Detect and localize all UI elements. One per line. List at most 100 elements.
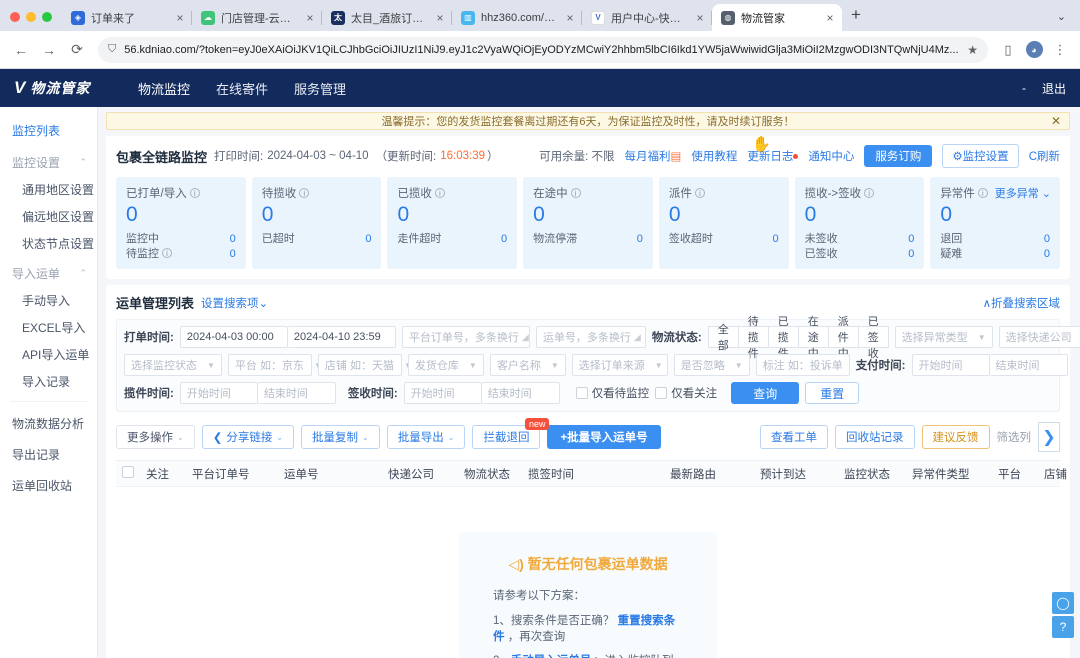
new-tab-button[interactable]: + bbox=[842, 5, 870, 31]
sidebar-subitem[interactable]: 偏远地区设置 bbox=[0, 203, 97, 230]
status-tab[interactable]: 在途中 bbox=[797, 316, 828, 360]
window-controls[interactable] bbox=[6, 12, 62, 31]
monitor-settings-button[interactable]: ⚙监控设置 bbox=[942, 144, 1019, 168]
nav-item-0[interactable]: 物流监控 bbox=[138, 79, 190, 98]
intercept-return-button[interactable]: 拦截退回 new bbox=[472, 418, 550, 449]
tag-input[interactable]: 标注 如：投诉单 bbox=[755, 354, 850, 376]
help-icon[interactable]: ? bbox=[1052, 616, 1074, 638]
status-tab[interactable]: 待揽件 bbox=[737, 316, 768, 360]
stat-card-4[interactable]: 派件 i 0 签收超时 0 bbox=[658, 177, 789, 269]
status-tab[interactable]: 已签收 bbox=[857, 316, 889, 360]
pay-time-range[interactable]: 开始时间 结束时间 bbox=[911, 354, 1068, 376]
browser-tab[interactable]: ◍ 物流管家 × bbox=[712, 4, 842, 31]
browser-tab[interactable]: 太太目_酒旅订单增长引擎 × bbox=[322, 4, 452, 31]
sidebar-subitem[interactable]: 导入记录 bbox=[0, 368, 97, 395]
sidebar-subitem[interactable]: 状态节点设置 bbox=[0, 230, 97, 257]
sidebar-subitem[interactable]: API导入运单 bbox=[0, 341, 97, 368]
sidebar-group-0[interactable]: 监控设置 ⌃ bbox=[0, 146, 97, 176]
info-icon[interactable]: i bbox=[570, 188, 581, 198]
pay-start-input[interactable]: 开始时间 bbox=[911, 354, 990, 376]
status-tab[interactable]: 已揽件 bbox=[767, 316, 798, 360]
info-icon[interactable]: i bbox=[864, 188, 875, 198]
refresh-button[interactable]: C刷新 bbox=[1029, 148, 1060, 164]
tutorial-link[interactable]: 使用教程 bbox=[691, 148, 737, 164]
back-icon[interactable]: ← bbox=[8, 37, 34, 63]
reset-button[interactable]: 重置 bbox=[805, 382, 860, 404]
profile-avatar[interactable]: ◕ bbox=[1022, 38, 1046, 62]
shop-select[interactable]: 店铺 如：天猫▼ bbox=[317, 354, 412, 376]
info-icon[interactable]: i bbox=[977, 188, 988, 198]
stat-card-6[interactable]: 更多异常 ⌄ 异常件 i 0 退回 0 疑难 0 bbox=[930, 177, 1061, 269]
service-order-button[interactable]: 服务订购 bbox=[864, 145, 933, 167]
more-abnormal-link[interactable]: 更多异常 ⌄ bbox=[995, 185, 1051, 201]
close-icon[interactable]: × bbox=[824, 11, 836, 25]
select-all-checkbox[interactable] bbox=[116, 466, 140, 481]
sidebar-item[interactable]: 导出记录 bbox=[0, 439, 97, 470]
pay-end-input[interactable]: 结束时间 bbox=[989, 354, 1068, 376]
recycle-records-button[interactable]: 回收站记录 bbox=[835, 425, 915, 449]
sidebar-subitem[interactable]: 通用地区设置 bbox=[0, 176, 97, 203]
abnormal-type-select[interactable]: 选择异常类型 ▼ bbox=[894, 326, 993, 348]
only-followed-checkbox[interactable]: 仅看关注 bbox=[655, 385, 717, 401]
print-end-input[interactable]: 2024-04-10 23:59 bbox=[287, 326, 396, 348]
waybill-input[interactable]: 运单号，多条换行 ◢ bbox=[535, 326, 646, 348]
view-tickets-button[interactable]: 查看工单 bbox=[760, 425, 828, 449]
reload-icon[interactable]: ⟳ bbox=[64, 37, 90, 63]
checkbox-box[interactable] bbox=[655, 387, 668, 399]
status-tab[interactable]: 全部 bbox=[707, 324, 738, 352]
address-bar[interactable]: ⛉ 56.kdniao.com/?token=eyJ0eXAiOiJKV1QiL… bbox=[98, 36, 988, 63]
warehouse-select[interactable]: 发货仓库 ▼ bbox=[407, 354, 484, 376]
logistics-status-tabs[interactable]: 全部待揽件已揽件在途中派件中已签收 bbox=[707, 316, 889, 360]
only-pending-checkbox[interactable]: 仅看待监控 bbox=[575, 385, 649, 401]
sign-start-input[interactable]: 开始时间 bbox=[403, 382, 482, 404]
sidebar-item[interactable]: 物流数据分析 bbox=[0, 408, 97, 439]
print-time-range[interactable]: 2024-04-03 00:00 2024-04-10 23:59 bbox=[179, 326, 396, 348]
batch-import-button[interactable]: +批量导入运单号 bbox=[547, 425, 661, 449]
print-start-input[interactable]: 2024-04-03 00:00 bbox=[179, 326, 288, 348]
forward-icon[interactable]: → bbox=[36, 37, 62, 63]
sign-time-range[interactable]: 开始时间 结束时间 bbox=[403, 382, 560, 404]
close-window-button[interactable] bbox=[10, 12, 20, 22]
side-panel-icon[interactable]: ▯ bbox=[996, 38, 1020, 62]
browser-tab[interactable]: ▥ hhz360.com/da/landlor × bbox=[452, 4, 582, 31]
pickup-time-range[interactable]: 开始时间 结束时间 bbox=[179, 382, 336, 404]
notice-center-link[interactable]: 通知中心 bbox=[808, 148, 854, 164]
info-icon[interactable]: i bbox=[162, 248, 172, 258]
app-logo[interactable]: V 物流管家 bbox=[14, 78, 124, 98]
query-button[interactable]: 查询 bbox=[731, 382, 800, 404]
sidebar-subitem[interactable]: EXCEL导入 bbox=[0, 314, 97, 341]
info-icon[interactable]: i bbox=[434, 188, 445, 198]
browser-tab[interactable]: ◈ 订单来了 × bbox=[62, 4, 192, 31]
logout-button[interactable]: 退出 bbox=[1042, 80, 1066, 97]
express-company-select[interactable]: 选择快递公司▼ bbox=[998, 326, 1080, 348]
chat-icon[interactable]: ◯ bbox=[1052, 592, 1074, 614]
sidebar-group-1[interactable]: 导入运单 ⌃ bbox=[0, 257, 97, 287]
info-icon[interactable]: i bbox=[299, 188, 310, 198]
browser-tab[interactable]: ☁ 门店管理-云掌柜 × bbox=[192, 4, 322, 31]
status-tab[interactable]: 派件中 bbox=[827, 316, 858, 360]
stat-card-5[interactable]: 揽收->签收 i 0 未签收 0 已签收 0 bbox=[794, 177, 925, 269]
close-icon[interactable]: × bbox=[564, 11, 576, 25]
pickup-end-input[interactable]: 结束时间 bbox=[257, 382, 336, 404]
bookmark-star-icon[interactable]: ★ bbox=[967, 43, 978, 57]
minimize-window-button[interactable] bbox=[26, 12, 36, 22]
site-info-icon[interactable]: ⛉ bbox=[108, 43, 116, 56]
stat-card-2[interactable]: 已揽收 i 0 走件超时 0 bbox=[387, 177, 518, 269]
info-icon[interactable]: i bbox=[694, 188, 705, 198]
monitor-status-select[interactable]: 选择监控状态 ▼ bbox=[124, 354, 222, 376]
platform-order-input[interactable]: 平台订单号，多条换行 ◢ bbox=[401, 326, 530, 348]
close-icon[interactable]: × bbox=[434, 11, 446, 25]
tab-search-chevron-icon[interactable]: ⌄ bbox=[1049, 8, 1074, 25]
stat-card-3[interactable]: 在途中 i 0 物流停滞 0 bbox=[523, 177, 653, 269]
sidebar-item-monitor-list[interactable]: 监控列表 bbox=[0, 115, 97, 146]
sign-end-input[interactable]: 结束时间 bbox=[481, 382, 560, 404]
close-icon[interactable]: × bbox=[174, 11, 186, 25]
maximize-window-button[interactable] bbox=[42, 12, 52, 22]
info-icon[interactable]: i bbox=[189, 188, 200, 198]
browser-tab[interactable]: V 用户中心-快递鸟 × bbox=[582, 4, 712, 31]
close-icon[interactable]: ✕ bbox=[1051, 114, 1061, 128]
sidebar-subitem[interactable]: 手动导入 bbox=[0, 287, 97, 314]
stat-card-1[interactable]: 待揽收 i 0 已超时 0 bbox=[251, 177, 382, 269]
pickup-start-input[interactable]: 开始时间 bbox=[179, 382, 258, 404]
close-icon[interactable]: × bbox=[694, 11, 706, 25]
